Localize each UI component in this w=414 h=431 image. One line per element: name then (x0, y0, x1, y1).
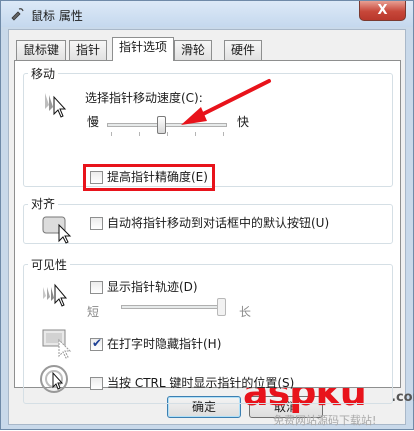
pointer-location-icon (40, 365, 68, 393)
precision-checkbox[interactable] (90, 171, 103, 184)
tab-wheel[interactable]: 滑轮 (174, 40, 213, 60)
slow-label: 慢 (87, 115, 100, 129)
snap-checkbox[interactable] (90, 217, 103, 230)
pointer-options-panel: 移动 选择指针移动速度(C): 慢 快 提高指针精确度(E) 对齐 自动将指针移… (14, 60, 401, 404)
trails-label: 显示指针轨迹(D) (107, 280, 198, 294)
dialog-client: 鼠标键 指针 指针选项 滑轮 硬件 移动 选择指针移动速度(C): 慢 快 提高… (8, 29, 406, 425)
hide-while-typing-checkbox[interactable]: ✔ (90, 336, 103, 351)
check-mark-icon: ✔ (92, 336, 103, 350)
mouse-icon (11, 8, 24, 21)
ctrl-location-checkbox[interactable] (90, 377, 103, 390)
mouse-properties-window: 鼠标 属性 X 鼠标键 指针 指针选项 滑轮 硬件 移动 选择指针移动速度(C)… (0, 0, 414, 430)
hide-while-typing-label: 在打字时隐藏指针(H) (107, 337, 222, 351)
pointer-trails-icon (43, 283, 68, 307)
annotation-arrow-icon (181, 79, 271, 125)
watermark-tagline: 免费网站源码下载站! (273, 414, 377, 427)
motion-group-label: 移动 (28, 67, 59, 81)
watermark-com: .com (391, 390, 414, 405)
long-label: 长 (239, 305, 252, 319)
short-label: 短 (87, 305, 100, 319)
visibility-group-label: 可见性 (28, 258, 71, 272)
tab-pointers[interactable]: 指针 (69, 40, 108, 60)
precision-label: 提高指针精确度(E) (107, 170, 208, 184)
speed-tick (139, 132, 140, 136)
snap-label: 自动将指针移动到对话框中的默认按钮(U) (107, 216, 330, 230)
trails-slider-thumb[interactable] (217, 298, 226, 316)
ctrl-location-label: 当按 CTRL 键时显示指针的位置(S) (107, 376, 295, 390)
tab-pointer-options[interactable]: 指针选项 (112, 37, 175, 61)
snap-group-label: 对齐 (28, 197, 59, 211)
title-bar[interactable]: 鼠标 属性 X (1, 1, 413, 27)
close-button[interactable]: X (359, 1, 406, 21)
hide-pointer-icon (42, 329, 72, 359)
tab-hardware[interactable]: 硬件 (224, 40, 263, 60)
trails-checkbox[interactable] (90, 281, 103, 294)
tab-buttons[interactable]: 鼠标键 (16, 40, 67, 60)
trails-slider-track[interactable] (121, 305, 226, 309)
pointer-speed-icon (45, 93, 67, 118)
window-title: 鼠标 属性 (31, 9, 83, 23)
snap-to-icon (42, 216, 72, 244)
speed-tick (111, 132, 112, 136)
